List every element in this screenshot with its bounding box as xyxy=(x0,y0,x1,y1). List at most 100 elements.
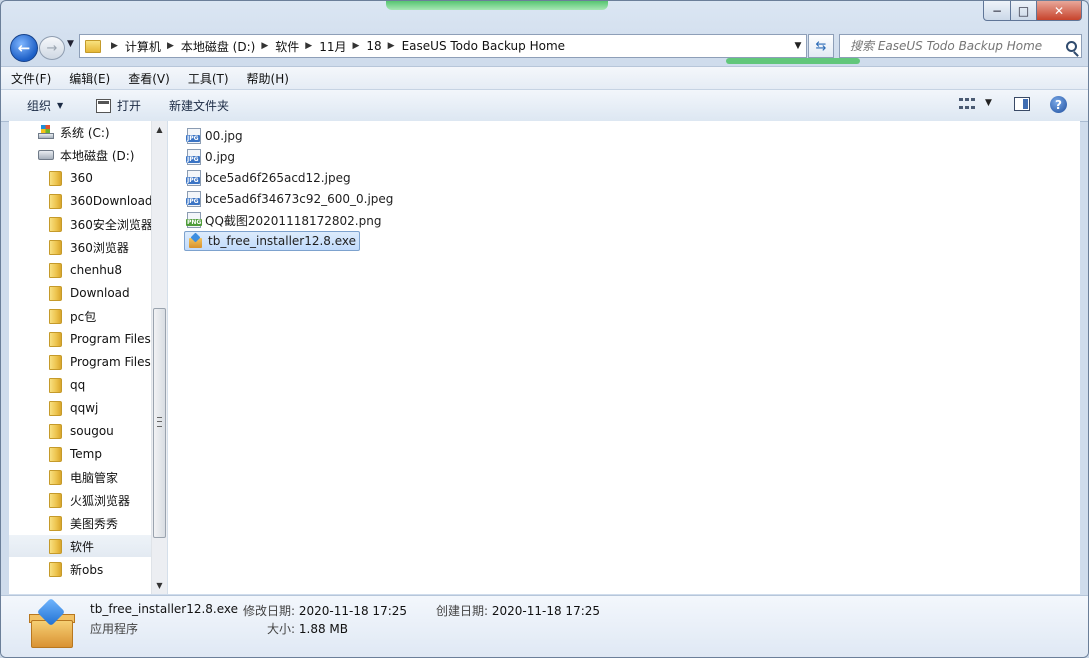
sidebar-item[interactable]: Temp xyxy=(9,443,151,465)
address-bar[interactable]: ▶ 计算机 ▶ 本地磁盘 (D:) ▶ 软件 ▶ 11月 ▶ 18 ▶ Ease… xyxy=(79,34,807,58)
breadcrumb-november[interactable]: 11月 xyxy=(319,38,346,55)
file-item[interactable]: tb_free_installer12.8.exe xyxy=(184,231,361,251)
chevron-right-icon[interactable]: ▶ xyxy=(261,41,268,51)
sidebar-item-label: 软件 xyxy=(70,539,95,554)
breadcrumb-computer[interactable]: 计算机 xyxy=(125,38,161,55)
scroll-down-arrow[interactable]: ▼ xyxy=(152,577,167,594)
sidebar-item[interactable]: 360浏览器 xyxy=(9,236,151,258)
scroll-up-arrow[interactable]: ▲ xyxy=(152,121,167,138)
scroll-thumb[interactable] xyxy=(153,308,166,538)
sidebar-item-label: Program Files xyxy=(70,332,151,346)
file-item[interactable]: JPG bce5ad6f265acd12.jpeg xyxy=(184,168,354,188)
menu-help[interactable]: 帮助(H) xyxy=(237,70,297,87)
chevron-right-icon[interactable]: ▶ xyxy=(388,41,395,51)
menu-tools[interactable]: 工具(T) xyxy=(178,70,237,87)
file-type-tag: JPG xyxy=(186,198,200,205)
sidebar-item[interactable]: qq xyxy=(9,374,151,396)
file-item[interactable]: JPG 0.jpg xyxy=(184,147,238,167)
minimize-button[interactable]: − xyxy=(983,1,1011,21)
file-name: 0.jpg xyxy=(205,150,236,164)
refresh-icon: ⇆ xyxy=(815,38,827,54)
recent-pages-dropdown[interactable]: ▼ xyxy=(67,39,74,49)
close-button[interactable]: ✕ xyxy=(1037,1,1082,21)
forward-button[interactable]: → xyxy=(39,36,65,60)
navigation-bar: ← → ▼ ▶ 计算机 ▶ 本地磁盘 (D:) ▶ 软件 ▶ 11月 ▶ 18 … xyxy=(1,29,1088,65)
back-button[interactable]: ← xyxy=(10,34,38,62)
background-glow xyxy=(726,58,860,64)
modified-value: 2020-11-18 17:25 xyxy=(298,604,408,618)
sidebar-item[interactable]: 360 xyxy=(9,167,151,189)
size-label: 大小: xyxy=(267,622,296,636)
sidebar-item-label: Download xyxy=(70,286,130,300)
navigation-scrollbar[interactable]: ▲ ▼ xyxy=(151,121,167,594)
file-item[interactable]: PNG QQ截图20201118172802.png xyxy=(184,210,384,230)
sidebar-item-label: qq xyxy=(70,378,86,392)
created-label: 创建日期: xyxy=(436,604,489,618)
file-type-tag: PNG xyxy=(186,219,203,226)
sidebar-item[interactable]: sougou xyxy=(9,420,151,442)
menu-file[interactable]: 文件(F) xyxy=(1,70,59,87)
breadcrumb-software[interactable]: 软件 xyxy=(275,38,299,55)
sidebar-item-label: qqwj xyxy=(70,401,99,415)
png-file-icon: PNG xyxy=(186,212,203,228)
sidebar-item[interactable]: qqwj xyxy=(9,397,151,419)
folder-icon xyxy=(49,492,62,508)
sidebar-item[interactable]: pc包 xyxy=(9,305,151,327)
file-item[interactable]: JPG 00.jpg xyxy=(184,126,246,146)
file-item[interactable]: JPG bce5ad6f34673c92_600_0.jpeg xyxy=(184,189,396,209)
file-type-tag: JPG xyxy=(186,177,200,184)
sidebar-item[interactable]: 火狐浏览器 xyxy=(9,489,151,511)
menu-edit[interactable]: 编辑(E) xyxy=(59,70,118,87)
windows-drive-icon xyxy=(38,125,54,139)
folder-icon xyxy=(49,423,62,439)
sidebar-item-label: 火狐浏览器 xyxy=(70,493,131,508)
sidebar-item[interactable]: Program Files xyxy=(9,328,151,350)
sidebar-item[interactable]: 360Download xyxy=(9,190,151,212)
jpg-file-icon: JPG xyxy=(186,170,201,186)
chevron-right-icon[interactable]: ▶ xyxy=(305,41,312,51)
open-button[interactable]: 打开 xyxy=(96,97,141,114)
new-folder-button[interactable]: 新建文件夹 xyxy=(169,97,229,114)
address-history-dropdown[interactable]: ▼ xyxy=(789,41,806,51)
refresh-button[interactable]: ⇆ xyxy=(808,34,834,58)
maximize-button[interactable]: □ xyxy=(1011,1,1037,21)
title-bar[interactable]: − □ ✕ xyxy=(1,1,1088,29)
sidebar-item[interactable]: 系统 (C:) xyxy=(9,121,151,143)
drive-icon xyxy=(38,150,54,160)
chevron-right-icon[interactable]: ▶ xyxy=(167,41,174,51)
back-arrow-icon: ← xyxy=(17,39,31,57)
breadcrumb-drive-d[interactable]: 本地磁盘 (D:) xyxy=(181,38,255,55)
sidebar-item[interactable]: 美图秀秀 xyxy=(9,512,151,534)
breadcrumb-18[interactable]: 18 xyxy=(366,39,381,53)
folder-icon xyxy=(49,538,62,554)
sidebar-item[interactable]: 360安全浏览器 xyxy=(9,213,151,235)
folder-icon xyxy=(49,193,62,209)
folder-icon xyxy=(85,39,101,53)
help-icon[interactable]: ? xyxy=(1050,96,1067,113)
preview-pane-icon[interactable] xyxy=(1014,97,1030,111)
details-created: 创建日期: 2020-11-18 17:25 xyxy=(436,602,600,619)
file-name: tb_free_installer12.8.exe xyxy=(208,234,357,248)
menu-bar: 文件(F) 编辑(E) 查看(V) 工具(T) 帮助(H) xyxy=(1,66,1088,89)
breadcrumb-current-folder[interactable]: EaseUS Todo Backup Home xyxy=(402,39,565,53)
view-dropdown[interactable]: ▼ xyxy=(985,98,992,108)
jpg-file-icon: JPG xyxy=(186,128,201,144)
view-options-icon[interactable] xyxy=(959,98,975,112)
sidebar-item[interactable]: Download xyxy=(9,282,151,304)
chevron-right-icon[interactable]: ▶ xyxy=(111,41,118,51)
search-icon[interactable] xyxy=(1066,40,1077,52)
sidebar-item[interactable]: 新obs xyxy=(9,558,151,580)
menu-view[interactable]: 查看(V) xyxy=(118,70,178,87)
chevron-right-icon[interactable]: ▶ xyxy=(352,41,359,51)
sidebar-item-label: 360浏览器 xyxy=(70,240,129,255)
folder-icon xyxy=(49,285,62,301)
search-input[interactable] xyxy=(848,38,1062,54)
sidebar-item[interactable]: 软件 xyxy=(9,535,151,557)
sidebar-item[interactable]: 本地磁盘 (D:) xyxy=(9,144,151,166)
folder-icon xyxy=(49,561,62,577)
sidebar-item[interactable]: 电脑管家 xyxy=(9,466,151,488)
sidebar-item[interactable]: Program Files xyxy=(9,351,151,373)
folder-icon xyxy=(49,239,62,255)
sidebar-item[interactable]: chenhu8 xyxy=(9,259,151,281)
organize-button[interactable]: 组织 ▼ xyxy=(27,97,63,114)
